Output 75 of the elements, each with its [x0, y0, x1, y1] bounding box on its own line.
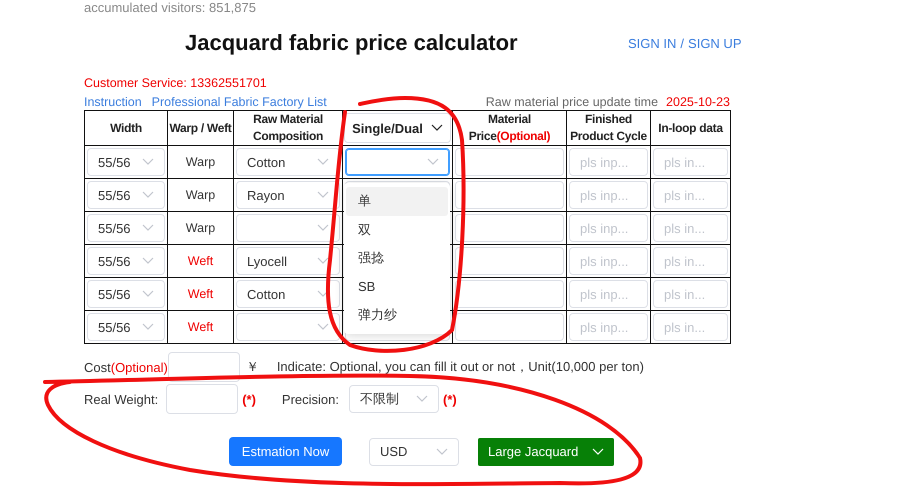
warp-weft-cell: Warp: [168, 178, 234, 212]
visitor-count: accumulated visitors: 851,875: [84, 0, 256, 15]
estimate-button[interactable]: Estmation Now: [229, 437, 342, 466]
dropdown-option[interactable]: SB: [346, 272, 448, 301]
column-header: Width: [84, 110, 168, 146]
width-select[interactable]: 55/56: [87, 313, 165, 341]
update-time-label: Raw material price update time: [486, 94, 658, 108]
material-select[interactable]: Lyocell: [236, 247, 340, 275]
chevron-down-icon: [430, 124, 443, 132]
warp-weft-cell: Weft: [168, 278, 234, 310]
factory-list-link[interactable]: Professional Fabric Factory List: [152, 94, 327, 108]
material-select[interactable]: [236, 313, 340, 341]
column-header: Finished Product Cycle: [566, 110, 650, 146]
material-select[interactable]: Rayon: [236, 181, 340, 209]
chevron-down-icon: [317, 191, 329, 199]
cost-hint: Indicate: Optional, you can fill it out or not，Unit(10,000 per ton): [276, 358, 644, 376]
page-title: Jacquard fabric price calculator: [185, 30, 519, 56]
fabric-type-dropdown[interactable]: Large Jacquard: [478, 438, 614, 466]
cost-label: Cost(Optional): [84, 360, 168, 374]
real-weight-label: Real Weight:: [84, 392, 158, 406]
chevron-down-icon: [317, 323, 329, 331]
single-dual-dropdown[interactable]: Single/Dual: [344, 113, 451, 143]
update-date: 2025-10-23: [666, 94, 730, 108]
warp-weft-cell: Weft: [168, 310, 234, 344]
material-select[interactable]: Cotton: [236, 148, 340, 176]
sign-up-link[interactable]: SIGN UP: [688, 36, 742, 50]
precision-label: Precision:: [282, 392, 339, 406]
chevron-down-icon: [142, 257, 154, 265]
width-select[interactable]: 55/56: [87, 214, 165, 242]
warp-weft-cell: Weft: [168, 244, 234, 278]
column-header: Warp / Weft: [168, 110, 234, 146]
cost-input[interactable]: [168, 352, 240, 382]
price-input[interactable]: [455, 214, 564, 242]
column-header: Raw Material Composition: [234, 110, 342, 146]
currency-symbol: ￥: [246, 358, 259, 376]
chevron-down-icon: [142, 224, 154, 232]
chevron-down-icon: [142, 290, 154, 298]
chevron-down-icon: [317, 257, 329, 265]
price-input[interactable]: [455, 148, 564, 176]
instruction-link[interactable]: Instruction: [84, 94, 142, 108]
price-input[interactable]: [455, 181, 564, 209]
chevron-down-icon: [142, 158, 154, 166]
width-select[interactable]: 55/56: [87, 181, 165, 209]
precision-select[interactable]: 不限制: [348, 385, 439, 413]
chevron-down-icon: [142, 191, 154, 199]
dropdown-option[interactable]: 弹力纱: [346, 301, 448, 330]
chevron-down-icon: [416, 395, 428, 403]
material-select[interactable]: [236, 214, 340, 242]
chevron-down-icon: [436, 448, 448, 456]
dropdown-option[interactable]: 单: [346, 187, 448, 216]
warp-weft-cell: Warp: [168, 212, 234, 244]
chevron-down-icon: [317, 224, 329, 232]
customer-service-text: Customer Service: 13362551701: [84, 76, 268, 92]
chevron-down-icon: [317, 158, 329, 166]
width-select[interactable]: 55/56: [87, 148, 165, 176]
required-mark: (*): [442, 392, 457, 406]
chevron-down-icon: [142, 323, 154, 331]
width-select[interactable]: 55/56: [87, 247, 165, 275]
column-header: In-loop data: [650, 110, 730, 146]
material-select[interactable]: Cotton: [236, 280, 340, 308]
chevron-down-icon: [427, 158, 439, 166]
required-mark: (*): [242, 392, 256, 406]
single-dual-select[interactable]: [345, 148, 450, 176]
price-input[interactable]: [455, 280, 564, 308]
currency-select[interactable]: USD: [369, 438, 459, 466]
chevron-down-icon: [592, 448, 604, 456]
column-header: Material Price(Optional): [452, 110, 566, 146]
sign-in-link[interactable]: SIGN IN: [628, 36, 676, 50]
separator: /: [680, 36, 684, 50]
price-input[interactable]: [455, 313, 564, 341]
price-input[interactable]: [455, 247, 564, 275]
warp-weft-cell: Warp: [168, 146, 234, 178]
chevron-down-icon: [317, 290, 329, 298]
real-weight-input[interactable]: [166, 384, 238, 414]
width-select[interactable]: 55/56: [87, 280, 165, 308]
